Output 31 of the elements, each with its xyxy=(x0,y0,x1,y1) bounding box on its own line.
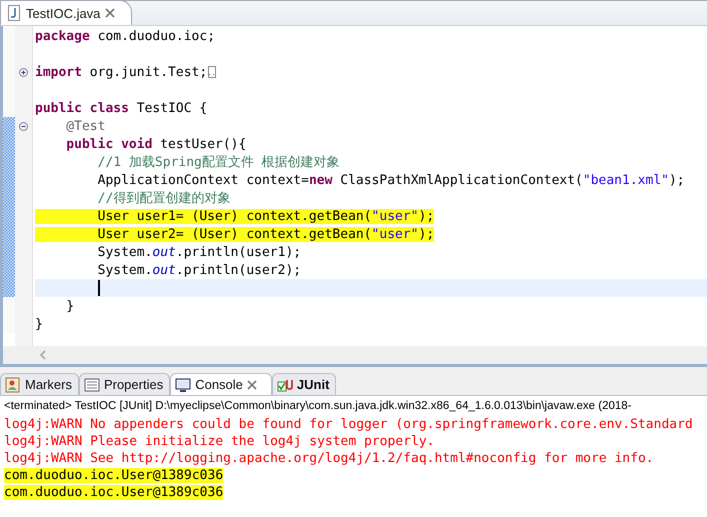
panel-tab[interactable]: Properties xyxy=(78,373,170,395)
code-line: } xyxy=(35,316,43,332)
panel-tab[interactable]: Console xyxy=(170,373,272,395)
marker-icon xyxy=(5,376,21,392)
code-line: } xyxy=(65,298,74,314)
expand-icon[interactable] xyxy=(19,68,28,76)
console-line: log4j:WARN Please initialize the log4j system properly. xyxy=(4,434,434,449)
folded-code-icon[interactable] xyxy=(208,66,216,78)
close-icon[interactable] xyxy=(105,8,116,18)
console-line: log4j:WARN No appenders could be found for logger (org.springframework.core.env.Standard xyxy=(4,417,693,432)
code-line: //1 加载Spring配置文件 根据创建对象 xyxy=(96,154,340,171)
code-line: //得到配置创建的对象 xyxy=(96,190,230,207)
table-icon xyxy=(84,376,100,392)
code-line: System.out.println(user2); xyxy=(96,262,302,278)
monitor-icon xyxy=(175,376,192,392)
code-line: package com.duoduo.ioc; xyxy=(35,28,216,44)
horizontal-scrollbar[interactable] xyxy=(0,346,707,364)
code-line: import org.junit.Test; xyxy=(35,64,208,80)
code-line: public class TestIOC { xyxy=(35,100,208,116)
panel-tab[interactable]: JUnit xyxy=(272,373,336,395)
code-line: System.out.println(user1); xyxy=(96,244,302,260)
code-line: ApplicationContext context=new ClassPathXmlApplicationContext("bean1.xml"); xyxy=(96,172,685,188)
code-line: @Test xyxy=(65,118,106,134)
console-header: <terminated> TestIOC [JUnit] D:\myeclipse\Common\binary\com.sun.java.jdk.win32.x86_64_1.6.0.013\bin\javaw.exe (2018- xyxy=(4,399,632,414)
panel-tab[interactable]: Markers xyxy=(0,373,79,395)
collapse-icon[interactable] xyxy=(19,122,28,130)
console-line: log4j:WARN See http://logging.apache.org/log4j/1.2/faq.html#noconfig for more info. xyxy=(4,451,654,466)
close-icon[interactable] xyxy=(246,380,257,390)
java-file-icon xyxy=(7,5,21,21)
editor-tab[interactable]: TestIOC.java xyxy=(0,0,132,25)
code-line: public void testUser(){ xyxy=(65,136,246,152)
